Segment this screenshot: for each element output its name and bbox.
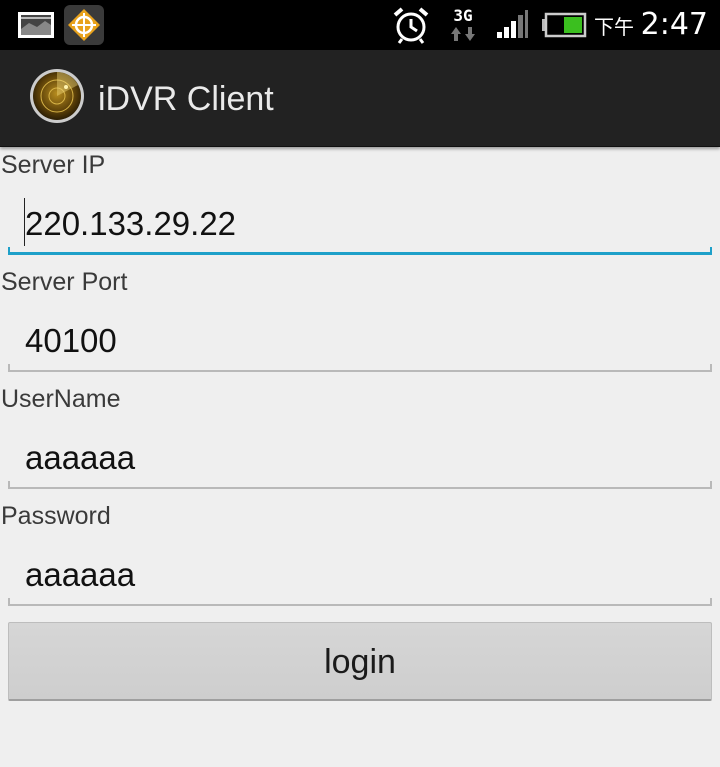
server-ip-underline	[8, 247, 712, 255]
3g-data-icon: 3G	[445, 0, 481, 50]
battery-icon	[540, 0, 588, 50]
alarm-icon	[391, 0, 431, 50]
network-type-label: 3G	[453, 6, 473, 25]
clock-time: 2:47	[640, 7, 708, 42]
server-ip-input[interactable]: 220.133.29.22	[8, 204, 712, 244]
username-label: UserName	[1, 385, 121, 413]
password-underline	[8, 598, 712, 606]
password-label: Password	[1, 502, 111, 530]
gps-app-icon	[63, 0, 105, 50]
password-input[interactable]: aaaaaa	[8, 555, 712, 595]
server-ip-label: Server IP	[1, 151, 106, 179]
server-port-underline	[8, 364, 712, 372]
server-port-input[interactable]: 40100	[8, 321, 712, 361]
signal-icon	[494, 0, 530, 50]
login-button[interactable]: login	[8, 622, 712, 701]
status-bar: 3G 下午 2:47	[0, 0, 720, 50]
username-input[interactable]: aaaaaa	[8, 438, 712, 478]
gallery-icon	[14, 0, 58, 50]
app-title: iDVR Client	[98, 80, 274, 118]
action-bar: iDVR Client	[0, 50, 720, 147]
text-cursor	[24, 198, 25, 246]
ampm-label: 下午	[594, 15, 634, 39]
server-port-label: Server Port	[1, 268, 128, 296]
username-underline	[8, 481, 712, 489]
radar-icon[interactable]	[28, 67, 86, 125]
